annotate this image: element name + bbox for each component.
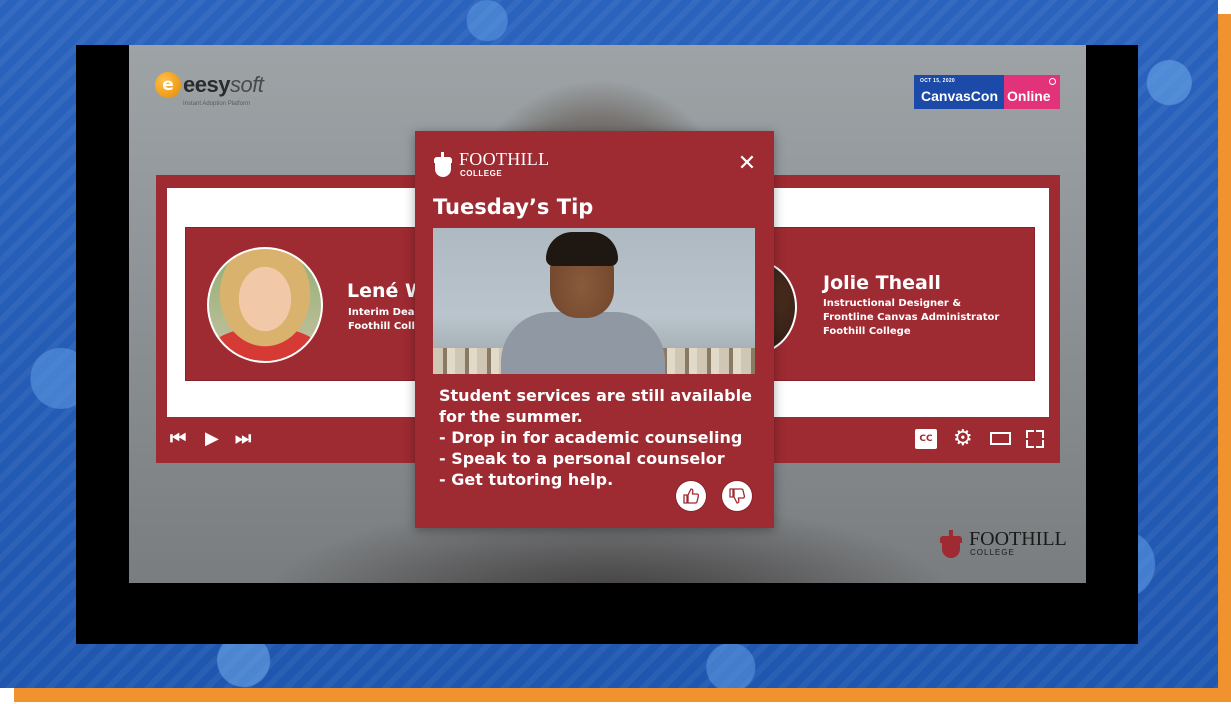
eesysoft-wordmark: eesysoft [183, 72, 264, 97]
tip-title: Tuesday’s Tip [433, 195, 594, 219]
fullscreen-icon[interactable] [1026, 430, 1044, 448]
theater-mode-icon[interactable] [990, 432, 1011, 445]
speaker-role-right: Instructional Designer & Frontline Canva… [823, 298, 1000, 337]
speaker-name-right: Jolie Theall [823, 272, 941, 294]
tip-message: Student services are still available for… [439, 386, 752, 489]
canvascon-online-badge: OCT 15, 2020 CanvasCon Online [914, 75, 1060, 109]
foothill-college-watermark: FOOTHILL COLLEGE [939, 526, 1069, 560]
eesysoft-tagline: Instant Adoption Platform [183, 101, 251, 107]
settings-gear-icon[interactable]: ⚙ [953, 428, 973, 450]
event-date: OCT 15, 2020 [920, 78, 956, 84]
thumbs-up-button[interactable] [676, 481, 706, 511]
event-name: CanvasCon [921, 88, 999, 104]
event-online-label: Online [1007, 88, 1051, 104]
speaker-avatar-lene [207, 247, 323, 363]
acorn-icon [433, 151, 453, 177]
acorn-icon [939, 528, 963, 558]
eesysoft-logo: e eesysoft Instant Adoption Platform [155, 70, 275, 114]
close-icon[interactable]: ✕ [737, 153, 757, 175]
tuesdays-tip-popup: FOOTHILL COLLEGE ✕ Tuesday’s Tip Student… [415, 131, 774, 528]
foothill-college-logo: FOOTHILL COLLEGE [433, 149, 573, 179]
previous-icon[interactable]: ⏮ [170, 428, 186, 450]
eesysoft-badge-icon: e [155, 72, 181, 98]
thumbs-down-icon [729, 488, 746, 504]
speaker-role-left: Interim Dea Foothill Coll [348, 307, 415, 332]
closed-captions-button[interactable]: CC [915, 429, 937, 449]
thumbs-up-icon [683, 488, 700, 504]
tip-video-thumbnail[interactable] [433, 228, 755, 374]
next-icon[interactable]: ⏭ [235, 428, 251, 450]
record-dot-icon [1049, 78, 1056, 85]
thumbs-down-button[interactable] [722, 481, 752, 511]
play-icon[interactable]: ▶ [205, 428, 219, 450]
